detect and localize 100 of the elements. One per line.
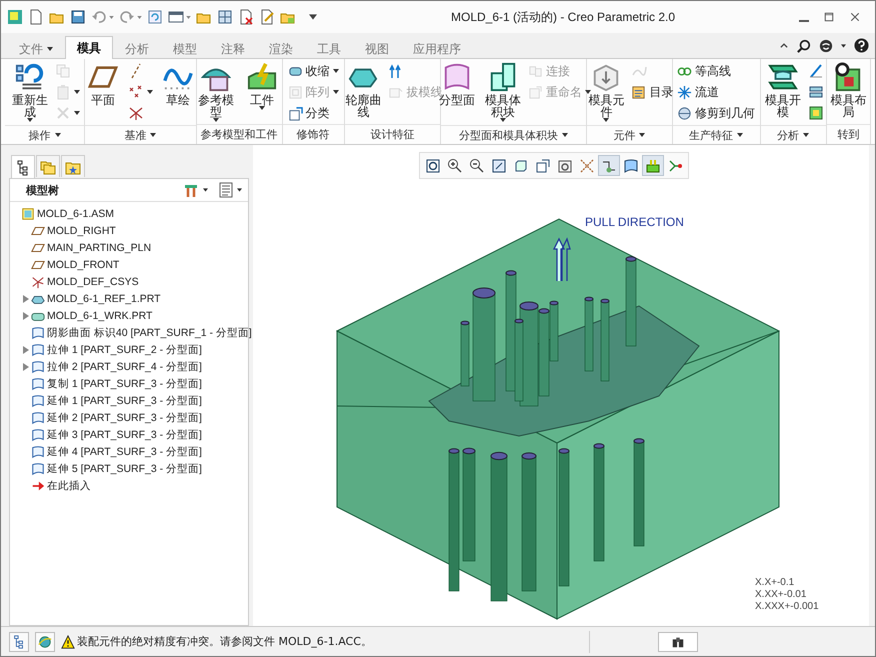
catalog-icon <box>631 84 646 100</box>
ribbon-button[interactable]: 平面 <box>82 62 124 125</box>
close-document-icon <box>238 9 254 25</box>
tree-item[interactable]: 复制 1 [PART_SURF_3 - 分型面] <box>10 375 202 392</box>
ribbon-button[interactable] <box>808 104 824 122</box>
ribbon-tab[interactable]: 文件 <box>7 38 65 59</box>
mold-open-icon <box>768 62 798 92</box>
search-icon <box>797 38 811 52</box>
ribbon-button[interactable]: 模具体积块 <box>482 62 524 125</box>
surface-icon <box>31 410 45 424</box>
ribbon-button[interactable]: 目录 <box>631 83 674 101</box>
tree-show-button[interactable] <box>218 182 242 198</box>
tree-item[interactable]: 拉伸 1 [PART_SURF_2 - 分型面] <box>10 341 202 358</box>
find-button[interactable] <box>658 632 698 652</box>
ribbon-button[interactable]: 模具开模 <box>762 62 804 125</box>
group-menu-button[interactable]: 生产特征 <box>672 125 760 144</box>
binoculars-icon <box>670 634 686 648</box>
point-icon <box>128 84 144 100</box>
ribbon-tab[interactable]: 注释 <box>209 38 257 59</box>
ribbon-button[interactable]: 工件 <box>241 62 284 124</box>
caret-icon <box>137 16 142 18</box>
group-menu-button[interactable]: 分析 <box>760 125 826 144</box>
regenerate-icon <box>15 62 45 92</box>
navigator-tab[interactable] <box>11 155 35 179</box>
surface-icon <box>31 376 45 390</box>
surface-icon <box>31 462 45 476</box>
group-menu-button[interactable]: 元件 <box>587 125 672 144</box>
customize-menu-icon[interactable] <box>309 14 317 20</box>
window-icon <box>168 9 184 25</box>
tree-item[interactable]: MOLD_DEF_CSYS <box>10 273 139 290</box>
collapse-ribbon-icon <box>779 40 789 50</box>
tree-item[interactable]: 延伸 5 [PART_SURF_3 - 分型面] <box>10 460 202 477</box>
tree-item[interactable]: 延伸 2 [PART_SURF_3 - 分型面] <box>10 409 202 426</box>
smiley-icon <box>819 38 833 52</box>
tree-item[interactable]: MOLD_RIGHT <box>10 222 116 239</box>
tree-item[interactable]: MAIN_PARTING_PLN <box>10 239 152 256</box>
ribbon-button[interactable]: 模具布局 <box>827 62 870 124</box>
ribbon-button[interactable]: 流道 <box>677 83 756 101</box>
group-label: 参考模型和工件 <box>200 127 278 142</box>
group-menu-button[interactable]: 基准 <box>85 125 196 144</box>
ribbon-button[interactable]: 分类 <box>288 104 338 122</box>
surface-icon <box>31 360 45 374</box>
status-message: 装配元件的绝对精度有冲突。请参阅文件 MOLD_6-1.ACC。 <box>77 634 372 649</box>
model-tree-title: 模型树 <box>26 182 60 198</box>
browser-toggle-button[interactable] <box>35 632 55 652</box>
tree-item[interactable]: 延伸 4 [PART_SURF_3 - 分型面] <box>10 443 202 460</box>
ribbon-button[interactable]: 修剪到几何 <box>677 104 756 122</box>
runner-icon <box>677 84 692 100</box>
ribbon-button[interactable]: 重新生成 <box>9 62 51 125</box>
workpiece-icon <box>247 62 278 92</box>
ribbon-tab[interactable]: 渲染 <box>257 38 305 59</box>
ribbon-tab[interactable]: 分析 <box>113 38 161 59</box>
group-menu-button[interactable]: 分型面和模具体积块 <box>441 125 586 144</box>
model-tree-toggle-button[interactable] <box>9 632 29 652</box>
ribbon-button[interactable]: 轮廓曲线 <box>342 62 384 124</box>
globe-icon <box>38 634 52 648</box>
tree-item[interactable]: MOLD_6-1_WRK.PRT <box>10 307 152 324</box>
surface-icon <box>31 326 45 340</box>
surface-icon <box>31 394 45 408</box>
tree-item[interactable]: 延伸 1 [PART_SURF_3 - 分型面] <box>10 392 202 409</box>
link-icon <box>528 64 544 78</box>
group-label: 修饰符 <box>296 127 330 142</box>
tree-settings-button[interactable] <box>182 182 208 198</box>
ribbon-tab[interactable]: 视图 <box>353 38 401 59</box>
ribbon-button[interactable]: 等高线 <box>677 62 756 80</box>
tree-item[interactable]: 拉伸 2 [PART_SURF_4 - 分型面] <box>10 358 202 375</box>
ribbon-tab[interactable]: 工具 <box>305 38 353 59</box>
tree-item[interactable]: MOLD_6-1.ASM <box>10 205 114 222</box>
group-label: 设计特征 <box>370 127 414 142</box>
list-icon <box>218 182 234 198</box>
tree-item[interactable]: 在此插入 <box>10 477 91 494</box>
help-icon <box>854 38 869 53</box>
ribbon-tab[interactable]: 模具 <box>65 36 113 59</box>
view-toolbar-button[interactable] <box>598 155 620 176</box>
ribbon-tab[interactable]: 应用程序 <box>401 38 473 59</box>
folders-icon <box>40 158 56 174</box>
tolerance-label: X.XXX+-0.001 <box>755 601 819 613</box>
surface-display-icon <box>623 158 639 174</box>
rename-icon <box>528 84 544 100</box>
surface-icon <box>31 342 45 356</box>
ribbon-button[interactable]: 收缩 <box>288 62 338 80</box>
repaint-icon <box>491 158 507 174</box>
tree-item[interactable]: MOLD_6-1_REF_1.PRT <box>10 290 161 307</box>
component-display-icon <box>645 158 661 174</box>
group-menu-button[interactable]: 操作 <box>5 125 84 144</box>
camera-icon <box>557 158 573 174</box>
tools-icon <box>182 182 200 198</box>
paste-icon <box>55 84 71 100</box>
saved-views-icon <box>535 158 551 174</box>
zoom-out-icon <box>469 158 485 174</box>
tree-item[interactable]: 延伸 3 [PART_SURF_3 - 分型面] <box>10 426 202 443</box>
tree-item[interactable]: MOLD_FRONT <box>10 256 120 273</box>
tolerance-label: X.XX+-0.01 <box>755 589 808 601</box>
close-icon <box>849 11 861 23</box>
copy-icon <box>55 63 71 79</box>
zoom-fit-icon <box>425 158 441 174</box>
new-file-icon <box>28 9 44 25</box>
tree-item[interactable]: 阴影曲面 标识40 [PART_SURF_1 - 分型面] <box>10 324 252 341</box>
ribbon-tab[interactable]: 模型 <box>161 38 209 59</box>
view-toolbar-button[interactable] <box>642 155 664 176</box>
